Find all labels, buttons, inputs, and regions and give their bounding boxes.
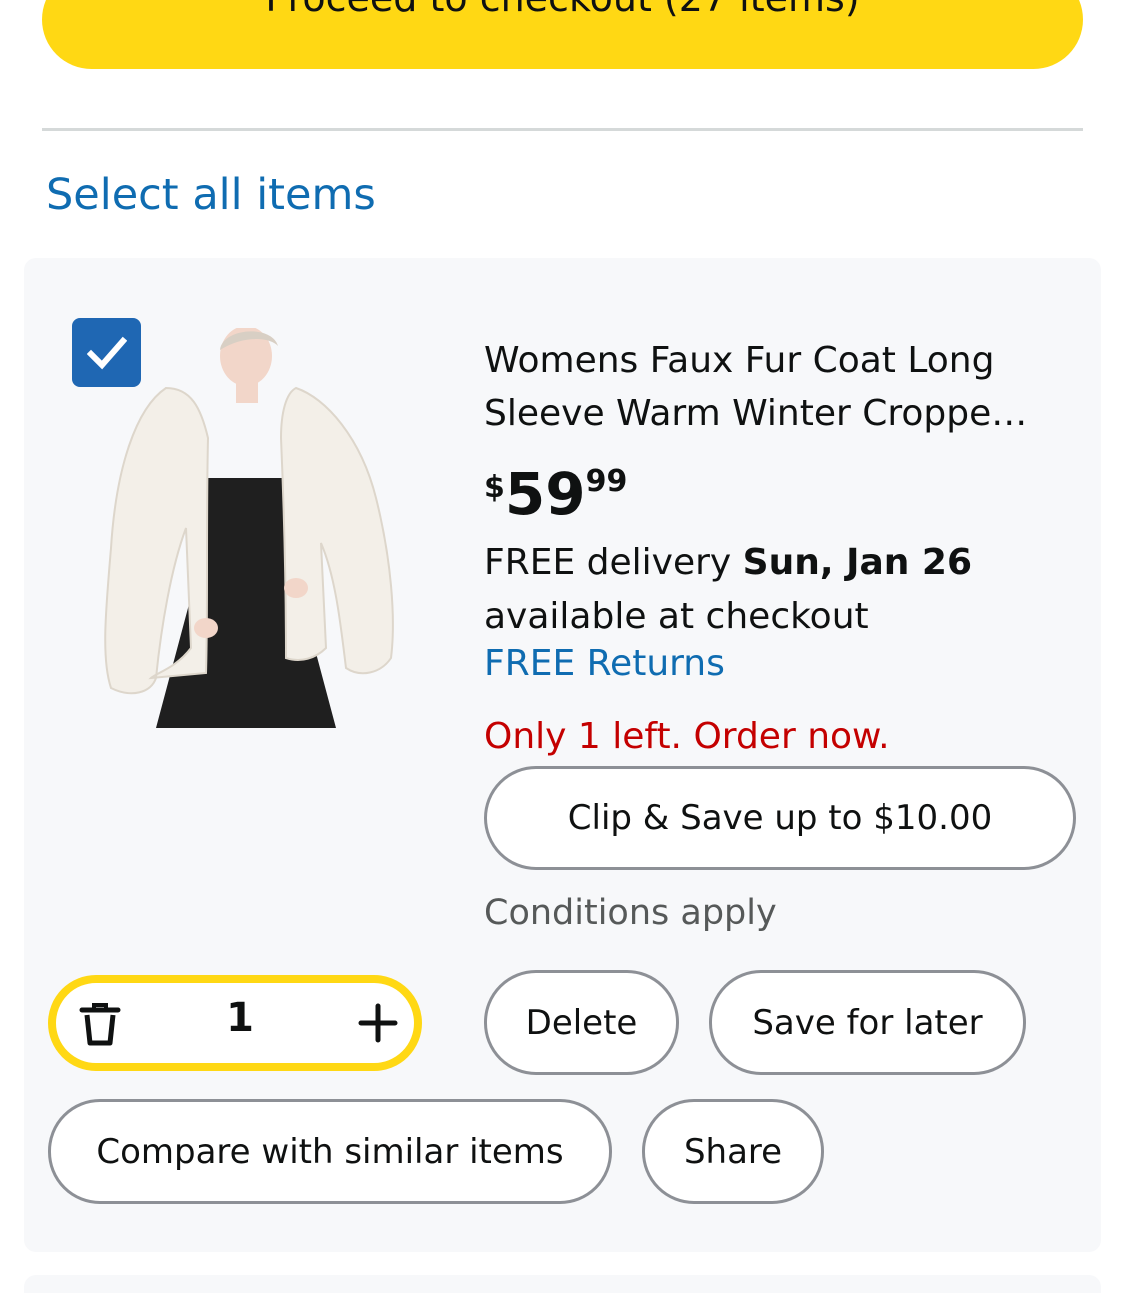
price-whole: 59 [504, 460, 586, 528]
divider [42, 128, 1083, 131]
delivery-date: Sun, Jan 26 [742, 542, 973, 583]
proceed-to-checkout-button[interactable]: Proceed to checkout (27 items) [42, 0, 1083, 69]
share-button-label: Share [683, 1131, 783, 1172]
delivery-prefix: FREE delivery [484, 542, 743, 583]
product-price: $ 59 99 [484, 460, 627, 528]
select-all-items-link[interactable]: Select all items [46, 170, 376, 220]
clip-coupon-label: Clip & Save up to $10.00 [567, 798, 993, 838]
price-fraction: 99 [585, 464, 628, 499]
plus-icon[interactable] [358, 1003, 398, 1043]
stock-warning: Only 1 left. Order now. [484, 716, 890, 757]
save-for-later-label: Save for later [752, 1002, 983, 1043]
conditions-apply-link[interactable]: Conditions apply [484, 893, 777, 933]
product-title-line-2: Sleeve Warm Winter Croppe… [484, 393, 1028, 434]
quantity-stepper: 1 [48, 975, 422, 1071]
product-image[interactable] [96, 328, 406, 738]
compare-similar-items-button[interactable]: Compare with similar items [48, 1099, 612, 1204]
save-for-later-button[interactable]: Save for later [709, 970, 1026, 1075]
compare-button-label: Compare with similar items [96, 1131, 564, 1172]
delete-button[interactable]: Delete [484, 970, 679, 1075]
price-currency: $ [484, 470, 505, 505]
clip-coupon-button[interactable]: Clip & Save up to $10.00 [484, 766, 1076, 870]
delivery-info: FREE delivery Sun, Jan 26 available at c… [484, 536, 972, 644]
next-cart-item-card [24, 1275, 1101, 1293]
free-returns-link[interactable]: FREE Returns [484, 643, 725, 684]
product-title-link[interactable]: Womens Faux Fur Coat Long Sleeve Warm Wi… [484, 334, 1074, 440]
quantity-value: 1 [226, 995, 254, 1041]
checkout-button-label: Proceed to checkout (27 items) [265, 0, 859, 20]
product-title-line-1: Womens Faux Fur Coat Long [484, 340, 995, 381]
trash-icon[interactable] [78, 1001, 122, 1047]
delete-button-label: Delete [525, 1002, 638, 1043]
delivery-suffix: available at checkout [484, 596, 869, 637]
share-button[interactable]: Share [642, 1099, 824, 1204]
